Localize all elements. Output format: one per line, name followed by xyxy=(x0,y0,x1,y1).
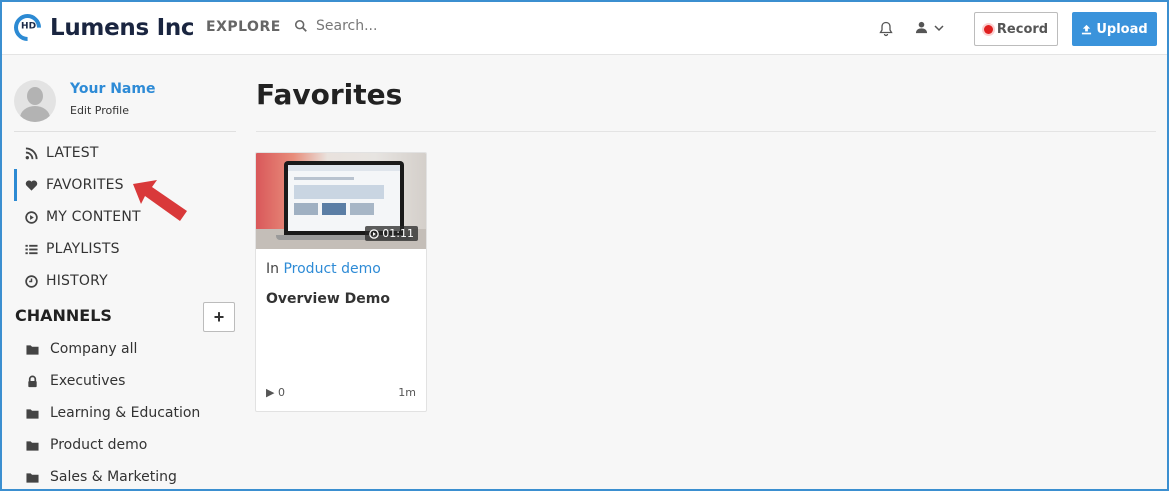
view-count: ▶ 0 xyxy=(266,386,285,399)
rss-icon xyxy=(25,146,38,159)
play-icon: ▶ xyxy=(266,386,275,399)
channel-label: Product demo xyxy=(50,437,148,453)
channel-label: Sales & Marketing xyxy=(50,469,177,485)
sidebar-item-label: HISTORY xyxy=(46,273,108,289)
play-circle-icon xyxy=(369,228,380,239)
sidebar-item-latest[interactable]: LATEST xyxy=(14,137,236,169)
folder-icon xyxy=(26,440,39,451)
card-channel-prefix: In xyxy=(266,261,280,277)
view-count-text: 0 xyxy=(277,386,285,399)
sidebar-divider xyxy=(14,131,236,132)
folder-icon xyxy=(26,408,39,419)
sidebar-item-label: FAVORITES xyxy=(46,177,124,193)
page-title: Favorites xyxy=(256,78,403,111)
channel-item-product-demo[interactable]: Product demo xyxy=(14,429,236,461)
record-label: Record xyxy=(996,21,1049,37)
card-channel-link[interactable]: Product demo xyxy=(283,261,380,277)
folder-icon xyxy=(26,344,39,355)
bell-icon[interactable] xyxy=(878,21,894,37)
channel-label: Learning & Education xyxy=(50,405,201,421)
record-icon xyxy=(983,24,993,34)
user-menu[interactable] xyxy=(915,21,944,34)
lock-icon xyxy=(28,375,37,387)
upload-button[interactable]: Upload xyxy=(1072,12,1157,46)
heart-icon xyxy=(25,179,38,191)
clock-icon xyxy=(25,274,38,288)
chevron-down-icon xyxy=(934,24,944,31)
explore-link[interactable]: EXPLORE xyxy=(206,19,281,35)
sidebar-item-label: MY CONTENT xyxy=(46,209,141,225)
duration-badge: 01:11 xyxy=(365,226,418,241)
play-circle-icon xyxy=(25,210,38,224)
profile[interactable]: Your Name Edit Profile xyxy=(14,80,155,122)
search-icon xyxy=(294,19,307,32)
channel-label: Executives xyxy=(50,373,126,389)
sidebar: Your Name Edit Profile LATEST FAVORITES … xyxy=(2,56,242,489)
profile-name[interactable]: Your Name xyxy=(70,81,155,97)
duration-text: 01:11 xyxy=(382,227,414,240)
sidebar-item-label: PLAYLISTS xyxy=(46,241,120,257)
user-icon xyxy=(915,21,928,34)
upload-icon xyxy=(1082,24,1092,34)
channel-item-executives[interactable]: Executives xyxy=(14,365,236,397)
annotation-arrow-icon xyxy=(133,180,187,221)
folder-icon xyxy=(26,472,39,483)
channel-label: Company all xyxy=(50,341,138,357)
sidebar-item-label: LATEST xyxy=(46,145,99,161)
sidebar-item-favorites[interactable]: FAVORITES xyxy=(14,169,236,201)
card-channel: In Product demo xyxy=(266,261,381,277)
channel-list: Company all Executives Learning & Educat… xyxy=(14,333,236,491)
channel-item-company-all[interactable]: Company all xyxy=(14,333,236,365)
sidebar-item-my-content[interactable]: MY CONTENT xyxy=(14,201,236,233)
avatar[interactable] xyxy=(14,80,56,122)
logo-badge: HD xyxy=(21,21,37,32)
channel-item-sales-marketing[interactable]: Sales & Marketing xyxy=(14,461,236,491)
record-button[interactable]: Record xyxy=(974,12,1058,46)
add-channel-button[interactable]: + xyxy=(203,302,235,332)
card-age: 1m xyxy=(398,386,416,399)
video-card[interactable]: 01:11 In Product demo Overview Demo ▶ 0 … xyxy=(255,152,427,412)
list-icon xyxy=(25,244,38,254)
search-box[interactable] xyxy=(294,18,516,34)
sidebar-item-history[interactable]: HISTORY xyxy=(14,265,236,297)
video-thumbnail[interactable]: 01:11 xyxy=(256,153,426,249)
edit-profile-link[interactable]: Edit Profile xyxy=(70,104,155,117)
title-divider xyxy=(256,131,1156,132)
channels-heading: CHANNELS xyxy=(15,306,112,325)
top-bar: HD Lumens Inc EXPLORE Record Upload xyxy=(0,0,1169,55)
upload-label: Upload xyxy=(1096,21,1148,37)
app-name: Lumens Inc xyxy=(50,14,195,41)
sidebar-item-playlists[interactable]: PLAYLISTS xyxy=(14,233,236,265)
channel-item-learning-education[interactable]: Learning & Education xyxy=(14,397,236,429)
search-input[interactable] xyxy=(316,18,516,34)
logo[interactable]: HD Lumens Inc xyxy=(8,8,195,47)
card-title[interactable]: Overview Demo xyxy=(266,291,390,307)
logo-icon: HD xyxy=(8,8,47,47)
sidebar-nav: LATEST FAVORITES MY CONTENT PLAYLISTS HI… xyxy=(14,137,236,297)
